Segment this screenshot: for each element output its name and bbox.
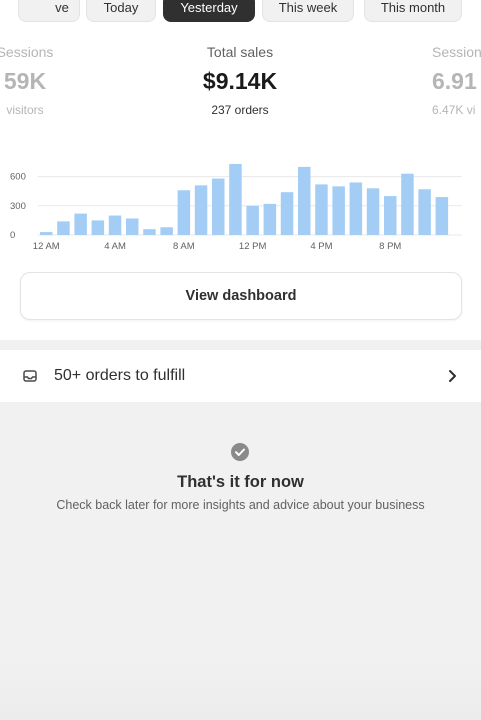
metric-total-sales[interactable]: Total sales $9.14K 237 orders: [170, 44, 310, 117]
metric-label: Total sales: [206, 44, 274, 60]
orders-to-fulfill-row[interactable]: 50+ orders to fulfill: [0, 350, 481, 402]
chart-bar: [315, 184, 328, 235]
view-dashboard-button[interactable]: View dashboard: [20, 272, 462, 320]
check-circle-icon: [231, 443, 249, 461]
bottom-fade: [0, 660, 481, 720]
metric-sessions-left[interactable]: Sessions 59K visitors: [0, 44, 80, 117]
metric-sub: 6.47K vi: [432, 103, 476, 117]
chart-bar: [212, 178, 225, 235]
tab-this-week[interactable]: This week: [262, 0, 354, 22]
x-tick-label: 12 AM: [33, 241, 60, 252]
tab-today[interactable]: Today: [86, 0, 156, 22]
chart-bar: [126, 218, 139, 235]
x-tick-label: 12 PM: [239, 241, 267, 252]
chart-bar: [229, 163, 242, 235]
chart-bar: [366, 188, 380, 235]
tab-this-week-label: This week: [278, 0, 338, 15]
chart-bar: [143, 229, 156, 235]
x-tick-label: 8 PM: [379, 241, 401, 252]
y-tick-label: 600: [10, 172, 26, 183]
y-tick-label: 300: [10, 201, 26, 212]
view-dashboard-label: View dashboard: [185, 288, 297, 304]
chart-bar: [435, 197, 449, 235]
metric-sub: 237 orders: [211, 103, 269, 117]
x-tick-label: 4 AM: [104, 241, 126, 252]
metric-sub: visitors: [6, 103, 44, 117]
tab-yesterday-label: Yesterday: [180, 0, 238, 15]
chart-bar: [418, 189, 431, 235]
chart-bar: [91, 220, 105, 235]
metric-label: Sessions: [432, 44, 481, 60]
chart-bar: [298, 166, 311, 235]
chart-bar: [401, 173, 414, 235]
date-range-tabs: ve Today Yesterday This week This month: [0, 0, 481, 22]
chart-bar: [177, 190, 191, 235]
chart-bar: [332, 186, 345, 235]
fulfill-text: 50+ orders to fulfill: [54, 367, 186, 384]
chart-bar: [384, 196, 397, 235]
chart-bar: [263, 203, 277, 235]
chart-bar: [246, 205, 259, 235]
metric-label: Sessions: [0, 44, 54, 60]
metric-value: 6.91: [432, 68, 477, 94]
tab-this-month-label: This month: [380, 0, 446, 15]
chart-bar: [40, 232, 53, 235]
sales-bar-chart: 0 300 600 12 AM 4 AM 8 AM 12 PM 4 PM 8 PM: [10, 163, 462, 252]
chart-bar: [349, 182, 363, 235]
empty-state-title: That's it for now: [177, 473, 304, 491]
chart-bar: [108, 215, 122, 235]
chart-bar: [57, 221, 70, 235]
tab-yesterday[interactable]: Yesterday: [163, 0, 255, 22]
metric-value: $9.14K: [202, 68, 278, 94]
sales-card: ve Today Yesterday This week This month …: [0, 0, 481, 340]
chart-bar: [280, 192, 294, 235]
tab-this-month[interactable]: This month: [364, 0, 462, 22]
chart-bar: [160, 227, 173, 235]
empty-state-subtitle: Check back later for more insights and a…: [56, 498, 425, 512]
x-tick-label: 4 PM: [310, 241, 332, 252]
y-tick-label: 0: [10, 230, 15, 241]
metric-value: 59K: [3, 68, 47, 94]
chart-bar: [194, 185, 208, 235]
tab-partial[interactable]: ve: [18, 0, 80, 22]
tab-partial-label: ve: [55, 0, 69, 15]
x-tick-label: 8 AM: [173, 241, 195, 252]
metric-sessions-right[interactable]: Sessions 6.91 6.47K vi: [420, 44, 481, 117]
tab-today-label: Today: [103, 0, 139, 15]
chevron-right-icon: [449, 370, 456, 382]
inbox-icon: [23, 370, 37, 382]
chart-bar: [74, 213, 87, 235]
